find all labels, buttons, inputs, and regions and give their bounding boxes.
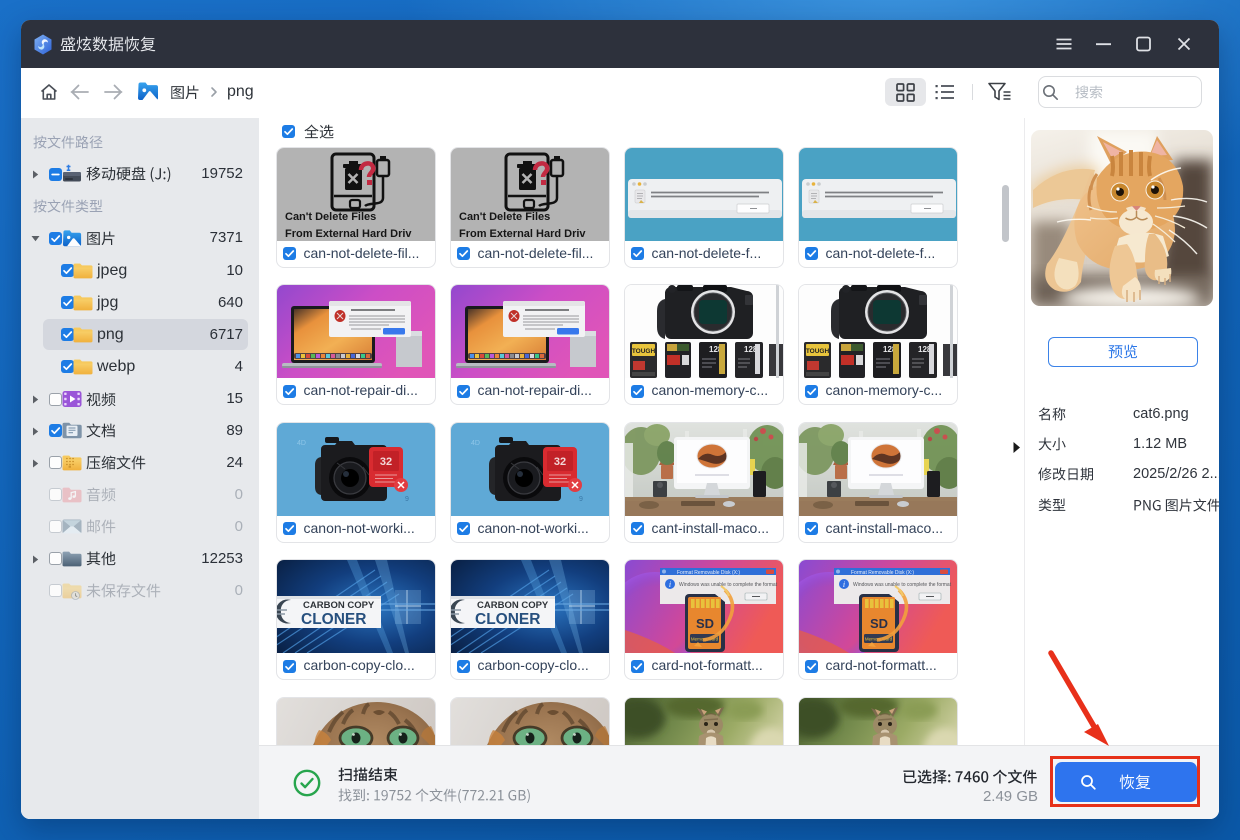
svg-text:CLONER: CLONER [475,611,540,628]
svg-text:9: 9 [405,496,409,503]
svg-text:4D: 4D [471,440,480,447]
svg-text:CARBON COPY: CARBON COPY [477,600,549,611]
svg-text:32: 32 [379,456,391,468]
svg-text:4D: 4D [297,440,306,447]
svg-text:TOUGH: TOUGH [805,348,829,355]
svg-text:9: 9 [579,496,583,503]
svg-text:Windows was unable to complete: Windows was unable to complete the forma… [679,582,778,588]
svg-text:Can't Delete Files: Can't Delete Files [285,211,376,223]
svg-text:Format Removable Disk (X:): Format Removable Disk (X:) [851,570,914,576]
svg-text:Can't Delete Files: Can't Delete Files [459,211,550,223]
svg-text:From External Hard Driv: From External Hard Driv [459,228,586,240]
svg-text:Windows was unable to complete: Windows was unable to complete the forma… [853,582,952,588]
svg-text:SD: SD [869,616,887,631]
svg-text:CLONER: CLONER [301,611,366,628]
svg-text:Format Removable Disk (X:): Format Removable Disk (X:) [677,570,740,576]
svg-text:i: i [668,580,670,589]
svg-text:i: i [842,580,844,589]
svg-text:SD: SD [695,616,713,631]
svg-text:CARBON COPY: CARBON COPY [303,600,375,611]
svg-text:From External Hard Driv: From External Hard Driv [285,228,412,240]
svg-text:32: 32 [553,456,565,468]
svg-text:TOUGH: TOUGH [631,348,655,355]
